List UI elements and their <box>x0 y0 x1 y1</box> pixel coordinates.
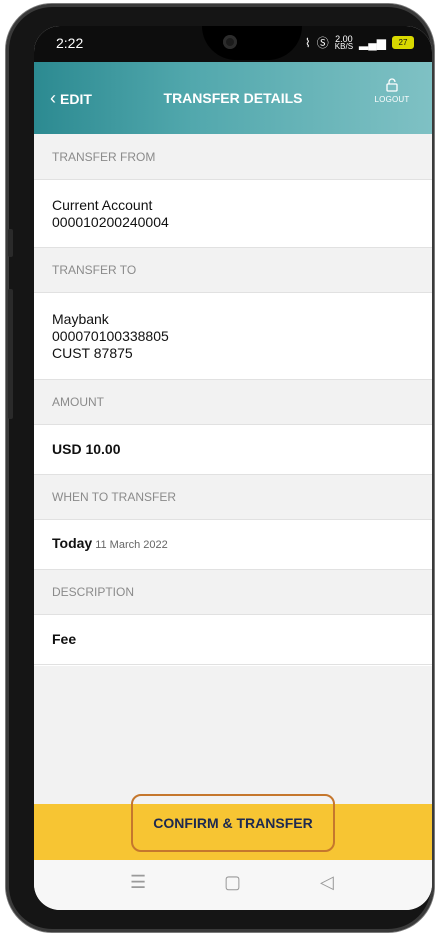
back-icon[interactable]: ◁ <box>320 872 334 893</box>
to-account-number: 000070100338805 <box>52 327 169 344</box>
transfer-from-value: Current Account 000010200240004 <box>34 180 432 248</box>
description-text: Fee <box>52 631 77 647</box>
home-icon[interactable]: ▢ <box>224 872 241 893</box>
description-header: DESCRIPTION <box>34 570 432 615</box>
phone-frame: 2:22 ⌇ Ⓢ 2.00 KB/S ▂▄▆ 27 ‹ EDIT TRANSFE… <box>6 4 434 932</box>
when-header: WHEN TO TRANSFER <box>34 475 432 520</box>
amount-value: USD 10.00 <box>34 425 432 475</box>
empty-area <box>34 666 432 804</box>
menu-icon[interactable]: ☰ <box>130 872 146 893</box>
logout-label: LOGOUT <box>374 95 410 104</box>
status-icons: ⌇ Ⓢ 2.00 KB/S ▂▄▆ 27 <box>305 34 414 51</box>
from-account-number: 000010200240004 <box>52 213 169 230</box>
signal-icon: ▂▄▆ <box>359 35 386 50</box>
transfer-to-value: Maybank 000070100338805 CUST 87875 <box>34 293 432 380</box>
power-button <box>8 289 13 419</box>
to-bank-name: Maybank <box>52 310 109 327</box>
logout-button[interactable]: LOGOUT <box>370 78 414 104</box>
camera-icon <box>223 35 237 49</box>
volume-button <box>8 229 13 257</box>
app-header: ‹ EDIT TRANSFER DETAILS LOGOUT <box>34 62 432 134</box>
screen: 2:22 ⌇ Ⓢ 2.00 KB/S ▂▄▆ 27 ‹ EDIT TRANSFE… <box>34 26 432 910</box>
status-time: 2:22 <box>56 35 84 51</box>
when-value: Today 11 March 2022 <box>34 520 432 570</box>
when-date: 11 March 2022 <box>95 539 168 551</box>
system-nav-bar: ☰ ▢ ◁ <box>34 860 432 910</box>
shield-icon: Ⓢ <box>316 36 329 50</box>
amount-text: USD 10.00 <box>52 441 121 457</box>
wifi-icon: ⌇ <box>304 35 311 50</box>
network-speed: 2.00 KB/S <box>334 34 354 51</box>
status-bar: 2:22 ⌇ Ⓢ 2.00 KB/S ▂▄▆ 27 <box>34 26 432 62</box>
confirm-transfer-button[interactable]: CONFIRM & TRANSFER <box>131 794 335 852</box>
when-text: Today <box>52 535 93 551</box>
amount-header: AMOUNT <box>34 380 432 425</box>
notch <box>202 26 302 60</box>
transfer-details: TRANSFER FROM Current Account 0000102002… <box>34 134 432 665</box>
description-value: Fee <box>34 615 432 665</box>
lock-icon <box>370 78 414 95</box>
transfer-from-header: TRANSFER FROM <box>34 134 432 180</box>
from-account-name: Current Account <box>52 196 153 213</box>
speed-unit: KB/S <box>334 41 354 51</box>
battery-icon: 27 <box>392 36 414 49</box>
transfer-to-header: TRANSFER TO <box>34 248 432 293</box>
to-customer-name: CUST 87875 <box>52 344 133 361</box>
